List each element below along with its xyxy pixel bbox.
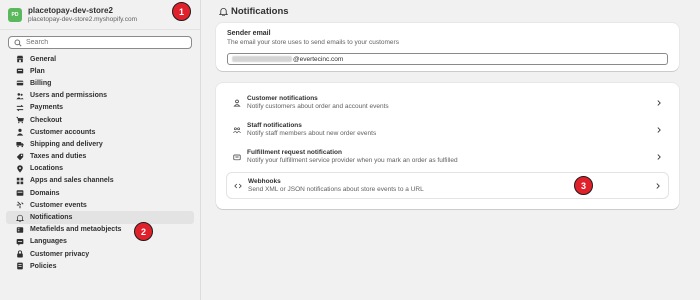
sidebar-item-label: Payments [30, 104, 64, 112]
apps-icon [16, 177, 24, 185]
search-input[interactable] [26, 39, 176, 46]
sidebar-item-policies[interactable]: Policies [6, 260, 194, 272]
sidebar-item-apps-and-sales-channels[interactable]: Apps and sales channels [6, 175, 194, 187]
notification-row-title: Staff notifications [247, 121, 302, 129]
sender-email-suffix: @evertecinc.com [293, 55, 344, 63]
sidebar-item-label: Policies [30, 262, 57, 270]
callout-1: 1 [172, 2, 191, 21]
globe-icon [16, 189, 24, 197]
sidebar-item-customer-accounts[interactable]: Customer accounts [6, 126, 194, 138]
sidebar-item-label: Billing [30, 79, 52, 87]
sidebar-item-general[interactable]: General [6, 53, 194, 65]
language-icon [16, 238, 24, 246]
sidebar-item-label: Shipping and delivery [30, 140, 103, 148]
chevron-right-icon [656, 182, 660, 189]
payments-icon [16, 104, 24, 112]
redacted-email-prefix [232, 56, 292, 62]
sidebar-item-customer-privacy[interactable]: Customer privacy [6, 248, 194, 260]
main-content: Notifications Sender email The email you… [201, 0, 700, 300]
sidebar-item-label: Users and permissions [30, 92, 108, 100]
policies-icon [16, 262, 24, 270]
sidebar-item-plan[interactable]: Plan [6, 65, 194, 77]
sidebar-item-label: Customer privacy [30, 250, 90, 258]
sender-email-title: Sender email [227, 30, 271, 37]
truck-icon [16, 140, 24, 148]
sidebar-item-domains[interactable]: Domains [6, 187, 194, 199]
notification-row-title: Webhooks [248, 177, 281, 185]
chevron-right-icon [657, 153, 661, 160]
fulfillment-icon [232, 152, 242, 162]
sidebar-item-locations[interactable]: Locations [6, 163, 194, 175]
settings-nav: General Plan Billing Users and permissio… [0, 53, 200, 272]
sidebar-item-languages[interactable]: Languages [6, 236, 194, 248]
sender-email-field[interactable]: @evertecinc.com [227, 53, 668, 65]
sidebar-item-label: Apps and sales channels [30, 177, 114, 185]
notification-row-staff[interactable]: Staff notifications Notify staff members… [226, 116, 669, 143]
sidebar-item-payments[interactable]: Payments [6, 102, 194, 114]
location-icon [16, 165, 24, 173]
notification-row-title: Customer notifications [247, 94, 318, 102]
sidebar-item-label: Plan [30, 67, 45, 75]
bell-icon [219, 8, 228, 16]
sidebar-item-checkout[interactable]: Checkout [6, 114, 194, 126]
notification-row-title: Fulfillment request notification [247, 148, 342, 156]
person-icon [232, 98, 242, 108]
sidebar-item-label: Metafields and metaobjects [30, 226, 122, 234]
store-name: placetopay-dev-store2 [28, 5, 113, 15]
sidebar-item-label: Taxes and duties [30, 153, 87, 161]
notification-row-desc: Notify customers about order and account… [247, 102, 389, 110]
sidebar-item-label: Notifications [30, 214, 73, 222]
sidebar-item-label: General [30, 55, 57, 63]
metafields-icon [16, 226, 24, 234]
sidebar-item-label: Customer accounts [30, 128, 96, 136]
sender-email-card: Sender email The email your store uses t… [216, 23, 679, 71]
notification-row-desc: Notify your fulfillment service provider… [247, 156, 458, 164]
page-title-text: Notifications [231, 6, 289, 17]
chevron-right-icon [657, 99, 661, 106]
notification-row-desc: Send XML or JSON notifications about sto… [248, 185, 424, 193]
code-icon [233, 181, 243, 191]
notification-row-fulfillment[interactable]: Fulfillment request notification Notify … [226, 143, 669, 170]
sidebar-item-taxes-and-duties[interactable]: Taxes and duties [6, 151, 194, 163]
notification-row-desc: Notify staff members about new order eve… [247, 129, 377, 137]
lock-icon [16, 250, 24, 258]
sidebar-item-notifications[interactable]: Notifications [6, 211, 194, 224]
staff-icon [232, 125, 242, 135]
store-icon [16, 55, 24, 63]
sidebar-item-customer-events[interactable]: Customer events [6, 199, 194, 211]
billing-icon [16, 79, 24, 87]
callout-3: 3 [574, 176, 593, 195]
store-avatar: PD [8, 7, 22, 22]
page-title: Notifications [219, 6, 289, 17]
sidebar-item-billing[interactable]: Billing [6, 77, 194, 89]
sidebar-item-label: Domains [30, 189, 60, 197]
sidebar-item-label: Customer events [30, 201, 87, 209]
notification-row-customer[interactable]: Customer notifications Notify customers … [226, 89, 669, 116]
sidebar-item-label: Checkout [30, 116, 62, 124]
notification-row-webhooks[interactable]: Webhooks Send XML or JSON notifications … [226, 172, 669, 199]
plan-icon [16, 67, 24, 75]
store-url: placetopay-dev-store2.myshopify.com [28, 15, 137, 23]
cart-icon [16, 116, 24, 124]
search-icon [14, 39, 22, 47]
sender-email-subtitle: The email your store uses to send emails… [227, 39, 399, 46]
store-switcher[interactable]: PD placetopay-dev-store2 placetopay-dev-… [0, 0, 200, 30]
events-icon [16, 201, 24, 209]
tax-icon [16, 153, 24, 161]
sidebar-item-shipping-and-delivery[interactable]: Shipping and delivery [6, 138, 194, 150]
search-box[interactable] [8, 36, 192, 49]
sidebar-item-users-and-permissions[interactable]: Users and permissions [6, 90, 194, 102]
sidebar-item-metafields-and-metaobjects[interactable]: Metafields and metaobjects [6, 224, 194, 236]
callout-2: 2 [134, 222, 153, 241]
sidebar-item-label: Locations [30, 165, 64, 173]
users-icon [16, 92, 24, 100]
chevron-right-icon [657, 126, 661, 133]
notifications-list-card: Customer notifications Notify customers … [216, 83, 679, 209]
bell-icon [16, 214, 24, 222]
sidebar-item-label: Languages [30, 238, 67, 246]
settings-sidebar: PD placetopay-dev-store2 placetopay-dev-… [0, 0, 201, 300]
person-icon [16, 128, 24, 136]
